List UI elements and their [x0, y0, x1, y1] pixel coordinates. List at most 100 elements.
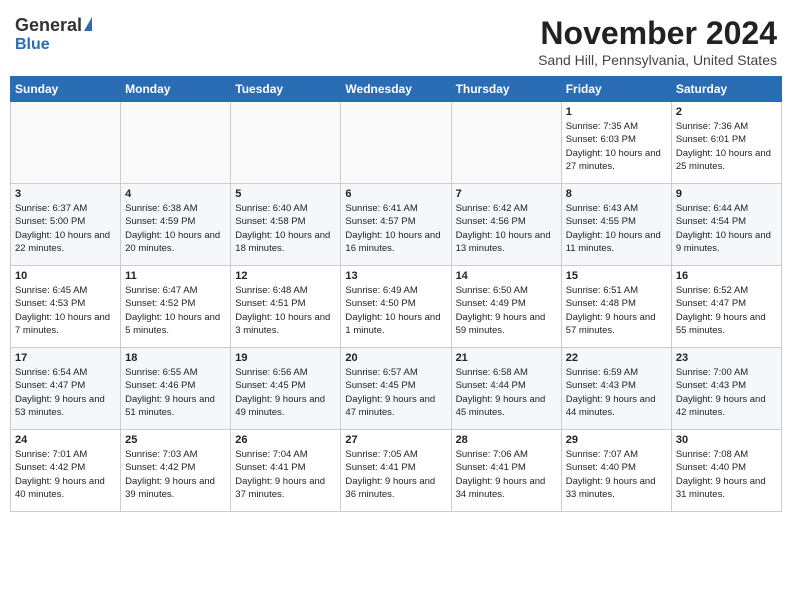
day-number: 13: [345, 270, 446, 282]
column-header-thursday: Thursday: [451, 77, 561, 102]
day-number: 17: [15, 352, 116, 364]
day-info: Sunrise: 6:45 AM Sunset: 4:53 PM Dayligh…: [15, 284, 116, 337]
day-info: Sunrise: 7:00 AM Sunset: 4:43 PM Dayligh…: [676, 366, 777, 419]
day-info: Sunrise: 6:47 AM Sunset: 4:52 PM Dayligh…: [125, 284, 226, 337]
calendar-cell: 6 Sunrise: 6:41 AM Sunset: 4:57 PM Daylig…: [341, 184, 451, 266]
day-number: 12: [235, 270, 336, 282]
day-info: Sunrise: 6:57 AM Sunset: 4:45 PM Dayligh…: [345, 366, 446, 419]
calendar-header-row: SundayMondayTuesdayWednesdayThursdayFrid…: [11, 77, 782, 102]
day-number: 6: [345, 188, 446, 200]
calendar-cell: 20 Sunrise: 6:57 AM Sunset: 4:45 PM Dayli…: [341, 348, 451, 430]
day-info: Sunrise: 6:38 AM Sunset: 4:59 PM Dayligh…: [125, 202, 226, 255]
column-header-tuesday: Tuesday: [231, 77, 341, 102]
calendar-week-row: 17Sunrise: 6:54 AM Sunset: 4:47 PM Dayli…: [11, 348, 782, 430]
column-header-friday: Friday: [561, 77, 671, 102]
day-info: Sunrise: 6:52 AM Sunset: 4:47 PM Dayligh…: [676, 284, 777, 337]
page-header: General Blue November 2024 Sand Hill, Pe…: [10, 10, 782, 68]
calendar-week-row: 24 Sunrise: 7:01 AM Sunset: 4:42 PM Dayli…: [11, 430, 782, 512]
day-info: Sunrise: 7:05 AM Sunset: 4:41 PM Dayligh…: [345, 448, 446, 501]
calendar-cell: 21 Sunrise: 6:58 AM Sunset: 4:44 PM Dayli…: [451, 348, 561, 430]
logo-general-text: General: [15, 15, 82, 36]
calendar-cell: 17Sunrise: 6:54 AM Sunset: 4:47 PM Dayli…: [11, 348, 121, 430]
day-number: 22: [566, 352, 667, 364]
day-info: Sunrise: 7:08 AM Sunset: 4:40 PM Dayligh…: [676, 448, 777, 501]
day-info: Sunrise: 6:55 AM Sunset: 4:46 PM Dayligh…: [125, 366, 226, 419]
day-info: Sunrise: 7:07 AM Sunset: 4:40 PM Dayligh…: [566, 448, 667, 501]
calendar-cell: 1 Sunrise: 7:35 AM Sunset: 6:03 PM Daylig…: [561, 102, 671, 184]
logo-triangle-icon: [84, 17, 92, 31]
day-number: 26: [235, 434, 336, 446]
day-info: Sunrise: 6:41 AM Sunset: 4:57 PM Dayligh…: [345, 202, 446, 255]
day-number: 19: [235, 352, 336, 364]
day-info: Sunrise: 6:37 AM Sunset: 5:00 PM Dayligh…: [15, 202, 116, 255]
day-info: Sunrise: 7:35 AM Sunset: 6:03 PM Dayligh…: [566, 120, 667, 173]
calendar-cell: 25 Sunrise: 7:03 AM Sunset: 4:42 PM Dayli…: [121, 430, 231, 512]
day-info: Sunrise: 7:06 AM Sunset: 4:41 PM Dayligh…: [456, 448, 557, 501]
calendar-cell: 30 Sunrise: 7:08 AM Sunset: 4:40 PM Dayli…: [671, 430, 781, 512]
column-header-monday: Monday: [121, 77, 231, 102]
day-number: 24: [15, 434, 116, 446]
day-info: Sunrise: 6:51 AM Sunset: 4:48 PM Dayligh…: [566, 284, 667, 337]
day-info: Sunrise: 6:56 AM Sunset: 4:45 PM Dayligh…: [235, 366, 336, 419]
day-info: Sunrise: 6:58 AM Sunset: 4:44 PM Dayligh…: [456, 366, 557, 419]
day-number: 4: [125, 188, 226, 200]
day-number: 5: [235, 188, 336, 200]
calendar-cell: 16 Sunrise: 6:52 AM Sunset: 4:47 PM Dayli…: [671, 266, 781, 348]
calendar-cell: 15Sunrise: 6:51 AM Sunset: 4:48 PM Dayli…: [561, 266, 671, 348]
calendar-cell: 3Sunrise: 6:37 AM Sunset: 5:00 PM Daylig…: [11, 184, 121, 266]
column-header-sunday: Sunday: [11, 77, 121, 102]
calendar-cell: 11Sunrise: 6:47 AM Sunset: 4:52 PM Dayli…: [121, 266, 231, 348]
calendar-table: SundayMondayTuesdayWednesdayThursdayFrid…: [10, 76, 782, 512]
day-info: Sunrise: 7:01 AM Sunset: 4:42 PM Dayligh…: [15, 448, 116, 501]
calendar-cell: 19 Sunrise: 6:56 AM Sunset: 4:45 PM Dayli…: [231, 348, 341, 430]
calendar-cell: 22 Sunrise: 6:59 AM Sunset: 4:43 PM Dayli…: [561, 348, 671, 430]
logo: General Blue: [15, 15, 92, 54]
day-info: Sunrise: 6:40 AM Sunset: 4:58 PM Dayligh…: [235, 202, 336, 255]
calendar-cell: [11, 102, 121, 184]
day-info: Sunrise: 6:48 AM Sunset: 4:51 PM Dayligh…: [235, 284, 336, 337]
day-number: 18: [125, 352, 226, 364]
day-info: Sunrise: 6:42 AM Sunset: 4:56 PM Dayligh…: [456, 202, 557, 255]
day-number: 21: [456, 352, 557, 364]
logo-blue-text: Blue: [15, 36, 50, 54]
column-header-saturday: Saturday: [671, 77, 781, 102]
day-number: 20: [345, 352, 446, 364]
calendar-cell: 2Sunrise: 7:36 AM Sunset: 6:01 PM Daylig…: [671, 102, 781, 184]
calendar-cell: 4 Sunrise: 6:38 AM Sunset: 4:59 PM Daylig…: [121, 184, 231, 266]
day-info: Sunrise: 6:59 AM Sunset: 4:43 PM Dayligh…: [566, 366, 667, 419]
day-info: Sunrise: 6:43 AM Sunset: 4:55 PM Dayligh…: [566, 202, 667, 255]
calendar-cell: 8 Sunrise: 6:43 AM Sunset: 4:55 PM Daylig…: [561, 184, 671, 266]
day-number: 8: [566, 188, 667, 200]
calendar-cell: [121, 102, 231, 184]
day-info: Sunrise: 7:03 AM Sunset: 4:42 PM Dayligh…: [125, 448, 226, 501]
day-number: 27: [345, 434, 446, 446]
day-info: Sunrise: 6:50 AM Sunset: 4:49 PM Dayligh…: [456, 284, 557, 337]
calendar-cell: 10Sunrise: 6:45 AM Sunset: 4:53 PM Dayli…: [11, 266, 121, 348]
calendar-cell: 7Sunrise: 6:42 AM Sunset: 4:56 PM Daylig…: [451, 184, 561, 266]
calendar-cell: 27 Sunrise: 7:05 AM Sunset: 4:41 PM Dayli…: [341, 430, 451, 512]
calendar-cell: 18 Sunrise: 6:55 AM Sunset: 4:46 PM Dayli…: [121, 348, 231, 430]
day-info: Sunrise: 6:49 AM Sunset: 4:50 PM Dayligh…: [345, 284, 446, 337]
day-number: 30: [676, 434, 777, 446]
day-number: 9: [676, 188, 777, 200]
calendar-cell: 5 Sunrise: 6:40 AM Sunset: 4:58 PM Daylig…: [231, 184, 341, 266]
calendar-week-row: 1 Sunrise: 7:35 AM Sunset: 6:03 PM Daylig…: [11, 102, 782, 184]
day-number: 2: [676, 106, 777, 118]
calendar-cell: 14Sunrise: 6:50 AM Sunset: 4:49 PM Dayli…: [451, 266, 561, 348]
title-block: November 2024 Sand Hill, Pennsylvania, U…: [538, 15, 777, 68]
day-number: 23: [676, 352, 777, 364]
page-subtitle: Sand Hill, Pennsylvania, United States: [538, 52, 777, 68]
calendar-cell: 23 Sunrise: 7:00 AM Sunset: 4:43 PM Dayli…: [671, 348, 781, 430]
day-number: 1: [566, 106, 667, 118]
day-info: Sunrise: 7:04 AM Sunset: 4:41 PM Dayligh…: [235, 448, 336, 501]
calendar-cell: [451, 102, 561, 184]
day-number: 29: [566, 434, 667, 446]
calendar-cell: 13 Sunrise: 6:49 AM Sunset: 4:50 PM Dayli…: [341, 266, 451, 348]
day-info: Sunrise: 6:44 AM Sunset: 4:54 PM Dayligh…: [676, 202, 777, 255]
day-number: 25: [125, 434, 226, 446]
calendar-week-row: 10Sunrise: 6:45 AM Sunset: 4:53 PM Dayli…: [11, 266, 782, 348]
calendar-week-row: 3Sunrise: 6:37 AM Sunset: 5:00 PM Daylig…: [11, 184, 782, 266]
calendar-cell: [341, 102, 451, 184]
calendar-cell: [231, 102, 341, 184]
day-number: 16: [676, 270, 777, 282]
